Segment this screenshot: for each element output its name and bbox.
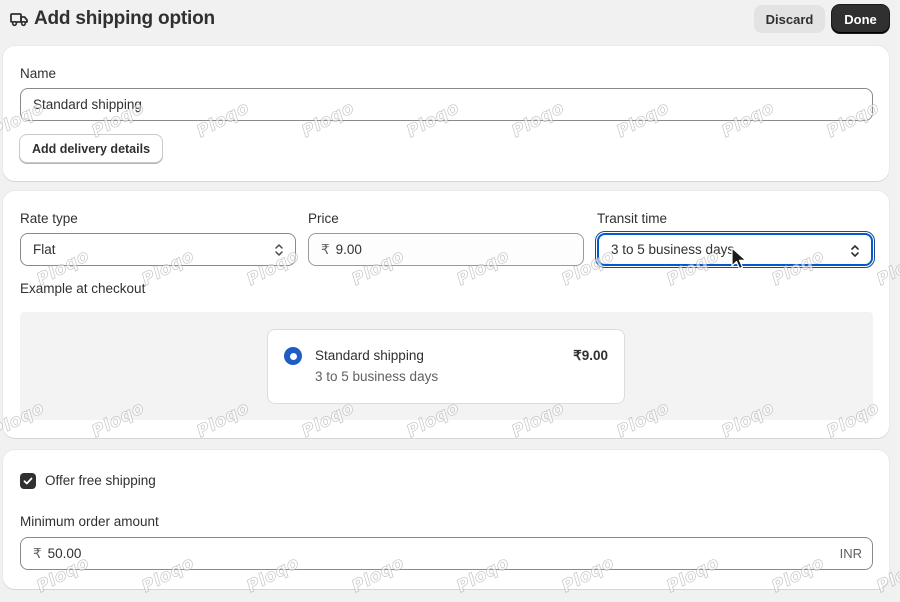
select-chevron-icon: [851, 245, 859, 257]
radio-selected-icon: [284, 347, 302, 365]
rate-type-label: Rate type: [20, 211, 78, 226]
minimum-order-input[interactable]: ₹ 50.00 INR: [20, 537, 873, 570]
name-input-value: Standard shipping: [33, 97, 142, 112]
free-shipping-label[interactable]: Offer free shipping: [45, 473, 156, 488]
rate-card: Rate type Flat Price ₹ 9.00 Transit time…: [3, 191, 889, 438]
discard-button[interactable]: Discard: [754, 5, 825, 33]
done-button[interactable]: Done: [832, 5, 889, 33]
checkout-preview-option: Standard shipping 3 to 5 business days ₹…: [267, 329, 625, 404]
transit-time-label: Transit time: [597, 211, 668, 226]
preview-option-time: 3 to 5 business days: [315, 369, 439, 384]
page-header: Add shipping option Discard Done: [0, 0, 900, 38]
price-input[interactable]: ₹ 9.00: [308, 233, 584, 266]
example-checkout-label: Example at checkout: [20, 281, 146, 296]
preview-option-price: ₹9.00: [573, 348, 608, 363]
free-shipping-checkbox[interactable]: [20, 473, 36, 489]
rate-type-value: Flat: [33, 242, 56, 257]
price-label: Price: [308, 211, 339, 226]
add-delivery-details-button[interactable]: Add delivery details: [19, 134, 163, 163]
minimum-order-label: Minimum order amount: [20, 514, 159, 529]
mouse-cursor-icon: [731, 247, 747, 270]
currency-suffix: INR: [839, 546, 862, 561]
name-card: Name Standard shipping Add delivery deta…: [3, 46, 889, 181]
title-group: Add shipping option: [10, 8, 215, 30]
free-shipping-card: Offer free shipping Minimum order amount…: [3, 450, 889, 589]
name-label: Name: [20, 66, 57, 81]
price-value: 9.00: [335, 242, 362, 257]
preview-option-name: Standard shipping: [315, 348, 424, 363]
minimum-order-value: 50.00: [47, 546, 82, 561]
select-chevron-icon: [275, 244, 283, 256]
rate-type-select[interactable]: Flat: [20, 233, 296, 266]
check-icon: [23, 477, 33, 485]
rupee-prefix: ₹: [33, 545, 42, 561]
name-input[interactable]: Standard shipping: [20, 88, 873, 121]
page-title: Add shipping option: [34, 8, 215, 29]
transit-time-value: 3 to 5 business days: [611, 242, 735, 257]
truck-icon: [10, 11, 28, 27]
rupee-prefix: ₹: [321, 241, 330, 257]
